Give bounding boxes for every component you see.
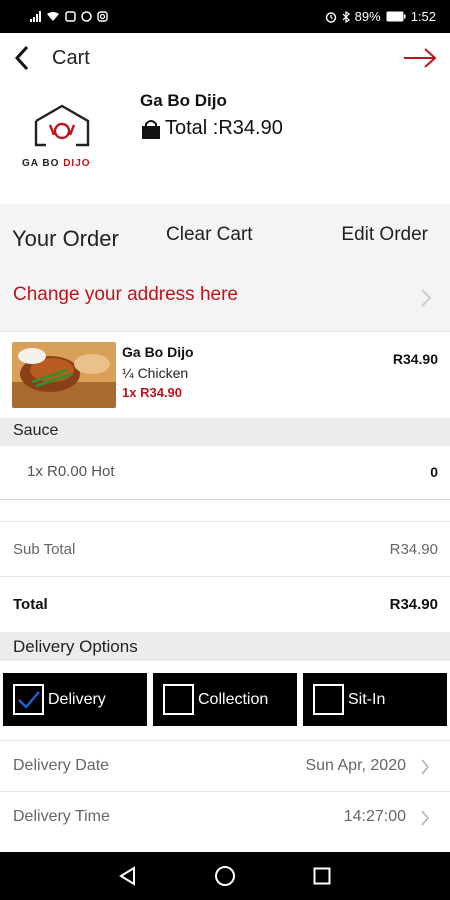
- store-total-text: Total :R34.90: [165, 117, 283, 139]
- wifi-icon: [47, 12, 59, 21]
- sauce-item: 1x R0.00 Hot: [27, 463, 115, 480]
- item-name: ¼ Chicken: [122, 365, 189, 381]
- checkbox-checked[interactable]: [13, 684, 44, 715]
- bluetooth-icon: [342, 10, 350, 23]
- store-logo: GA BO DIJO: [22, 103, 108, 181]
- chevron-right-icon[interactable]: [420, 288, 432, 308]
- delivery-options-heading: Delivery Options: [13, 637, 138, 656]
- total-label: Total: [13, 596, 48, 613]
- sauce-qty: 0: [430, 464, 438, 480]
- battery-percent: 89%: [354, 9, 381, 24]
- system-nav-bar: [0, 852, 450, 900]
- battery-icon: [386, 11, 406, 22]
- delivery-time-value: 14:27:00: [343, 808, 406, 825]
- notification-icon: [65, 11, 76, 22]
- house-icon: [34, 104, 90, 147]
- alarm-icon: [325, 11, 336, 23]
- nav-back-button[interactable]: [108, 856, 148, 896]
- arrow-right-icon: [404, 48, 437, 68]
- check-icon: [17, 690, 40, 709]
- whatsapp-icon: [81, 11, 92, 22]
- instagram-icon: [97, 11, 108, 22]
- change-address-link[interactable]: Change your address here: [13, 284, 238, 306]
- logo-text: GA BO: [22, 158, 60, 169]
- store-total: Total :R34.90: [140, 117, 283, 140]
- sub-total-label: Sub Total: [13, 541, 76, 558]
- chevron-right-icon: [421, 759, 430, 775]
- triangle-back-icon: [119, 866, 136, 886]
- app-bar: Cart: [0, 33, 450, 83]
- delivery-time-label: Delivery Time: [13, 808, 110, 825]
- signal-icon: [30, 11, 41, 22]
- item-image: [12, 342, 116, 408]
- edit-order-button[interactable]: Edit Order: [341, 224, 428, 246]
- page-title: Cart: [52, 46, 90, 69]
- chevron-right-icon: [421, 810, 430, 826]
- sit-in-option[interactable]: Sit-In: [303, 673, 447, 726]
- total-row: Total R34.90: [0, 577, 450, 632]
- total-value: R34.90: [389, 596, 438, 613]
- item-price: R34.90: [392, 351, 438, 367]
- collection-option[interactable]: Collection: [153, 673, 297, 726]
- chevron-left-icon: [14, 45, 29, 71]
- delivery-option[interactable]: Delivery: [3, 673, 147, 726]
- divider: [0, 501, 450, 522]
- next-button[interactable]: [400, 41, 440, 75]
- delivery-options-header: Delivery Options: [0, 632, 450, 661]
- store-name: Ga Bo Dijo: [140, 91, 227, 110]
- checkbox[interactable]: [163, 684, 194, 715]
- clock: 1:52: [410, 9, 436, 24]
- nav-home-button[interactable]: [205, 856, 245, 896]
- clear-cart-button[interactable]: Clear Cart: [166, 224, 253, 246]
- sit-in-option-label: Sit-In: [348, 690, 386, 708]
- status-icons-right: 89% 1:52: [325, 9, 436, 24]
- sub-total-value: R34.90: [389, 541, 438, 558]
- status-icons-left: [30, 11, 108, 22]
- nav-recents-button[interactable]: [302, 856, 342, 896]
- sauce-row: 1x R0.00 Hot 0: [0, 446, 450, 500]
- item-store-name: Ga Bo Dijo: [122, 344, 194, 360]
- collection-option-label: Collection: [198, 690, 269, 708]
- back-button[interactable]: [0, 33, 44, 83]
- store-info: GA BO DIJO Ga Bo Dijo Total :R34.90: [0, 83, 450, 203]
- item-quantity-price: 1x R34.90: [122, 385, 182, 400]
- shopping-bag-icon: [142, 119, 160, 139]
- sub-total-row: Sub Total R34.90: [0, 523, 450, 577]
- delivery-options: Delivery Collection Sit-In: [3, 673, 447, 726]
- logo-wordmark: GA BO DIJO: [22, 158, 108, 169]
- delivery-date-row[interactable]: Delivery Date Sun Apr, 2020: [0, 740, 450, 792]
- sauce-heading: Sauce: [13, 422, 59, 439]
- delivery-option-label: Delivery: [48, 690, 106, 708]
- square-recents-icon: [313, 867, 331, 885]
- cart-item[interactable]: Ga Bo Dijo ¼ Chicken 1x R34.90 R34.90: [0, 331, 450, 419]
- sauce-section-header: Sauce: [0, 418, 450, 446]
- status-bar: 89% 1:52: [0, 0, 450, 33]
- logo-text-accent: DIJO: [63, 158, 91, 169]
- checkbox[interactable]: [313, 684, 344, 715]
- delivery-date-value: Sun Apr, 2020: [305, 757, 406, 774]
- circle-home-icon: [214, 866, 235, 886]
- delivery-date-label: Delivery Date: [13, 757, 110, 774]
- order-header: Your Order Clear Cart Edit Order Change …: [0, 204, 450, 331]
- your-order-heading: Your Order: [12, 226, 119, 251]
- delivery-time-row[interactable]: Delivery Time 14:27:00: [0, 792, 450, 844]
